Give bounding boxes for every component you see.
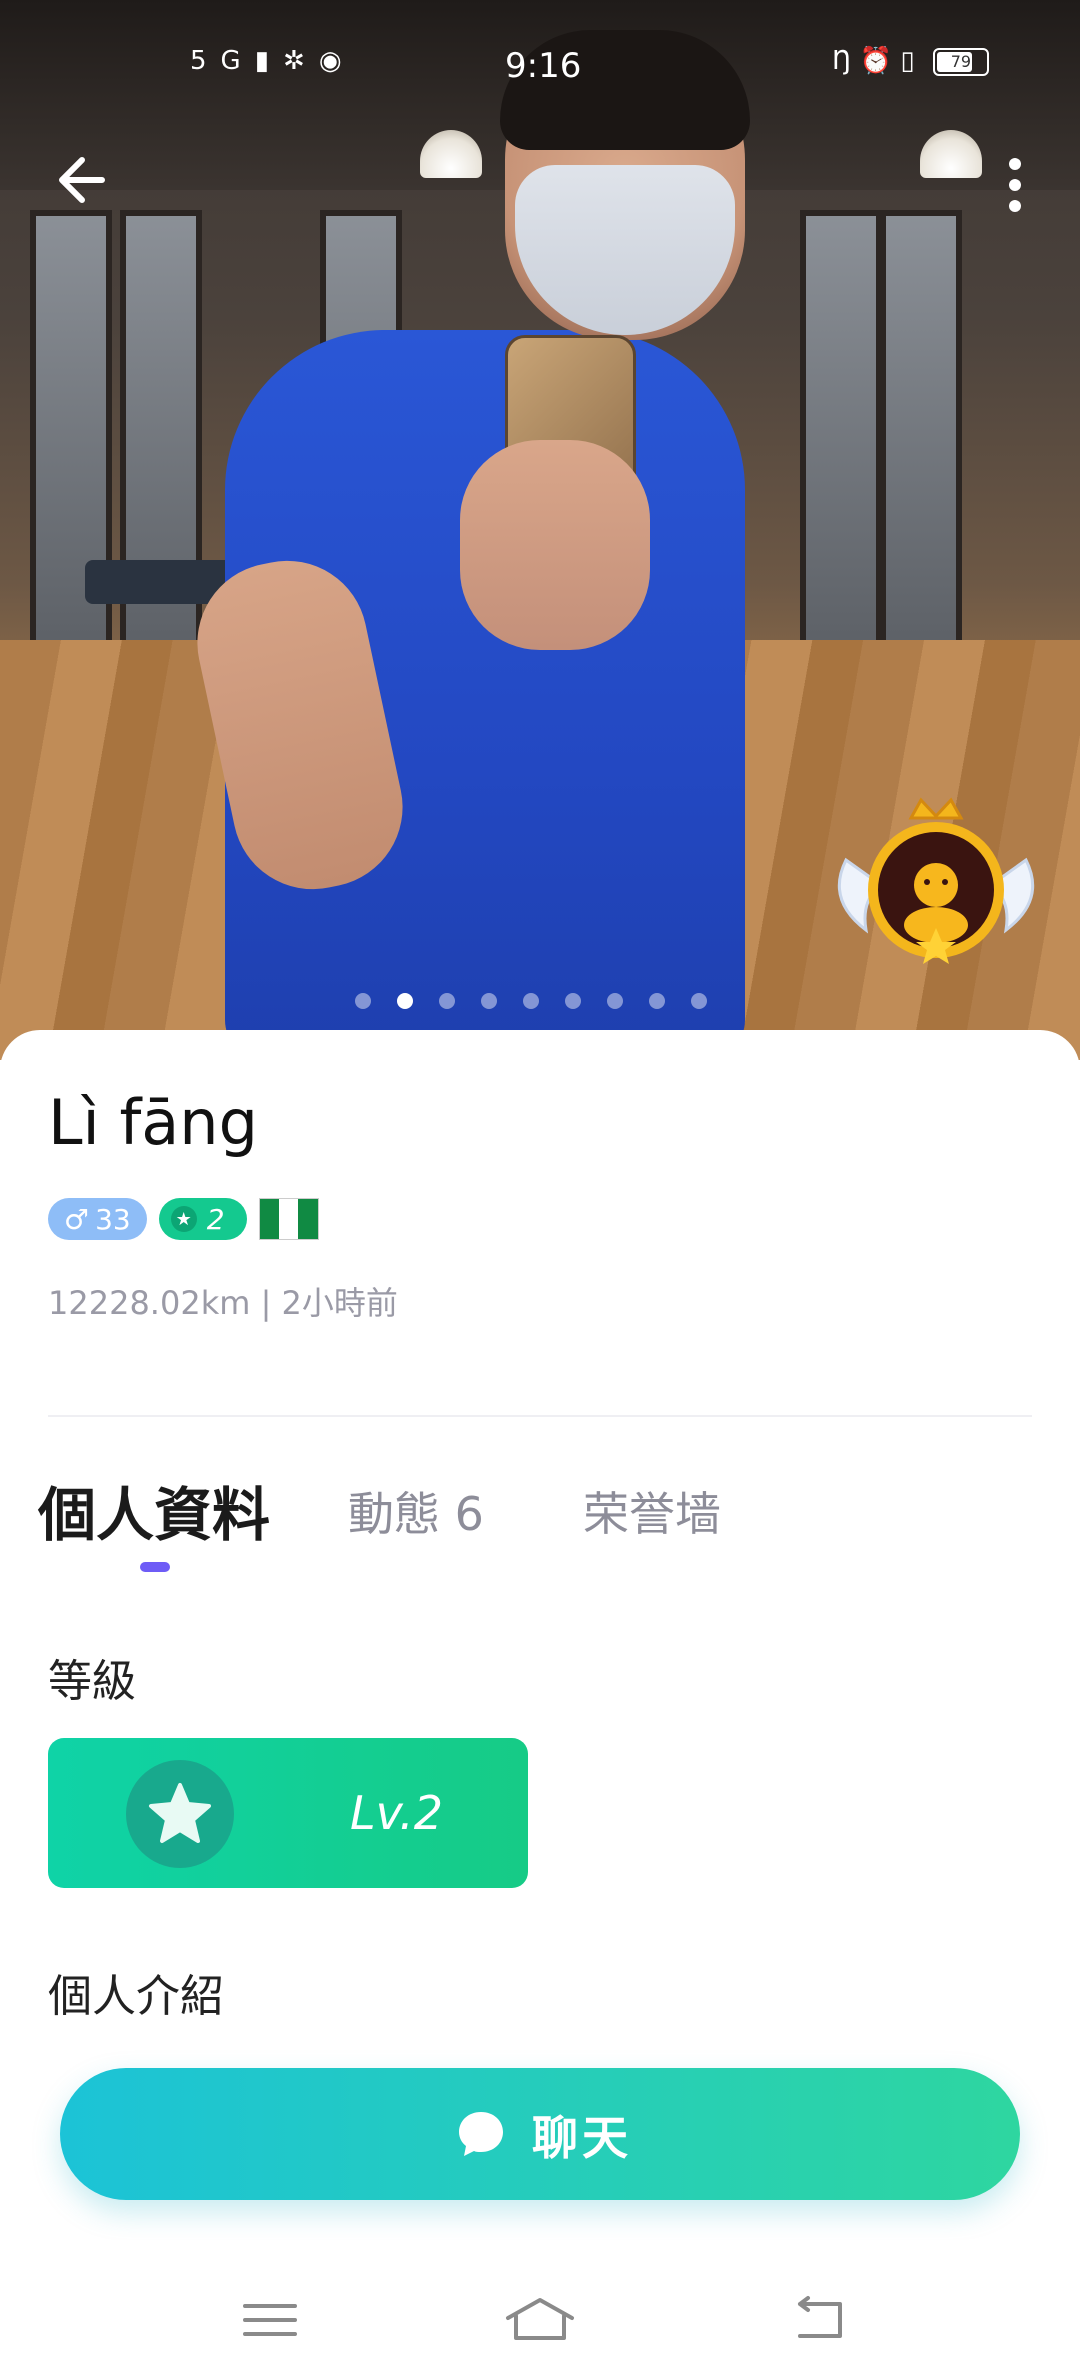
- level-badge-value: 2: [206, 1202, 225, 1236]
- profile-tags: ♂ 33 ★ 2: [48, 1198, 319, 1240]
- star-icon: ★: [170, 1206, 197, 1232]
- photo-page-dot[interactable]: [607, 993, 623, 1009]
- nav-back-button[interactable]: [780, 2290, 860, 2350]
- active-tab-indicator: [140, 1562, 170, 1572]
- gender-age-badge: ♂ 33: [48, 1198, 147, 1240]
- battery-icon: 79: [932, 47, 989, 76]
- status-right-icons: Ŋ ⏰ ▯ 79: [832, 46, 989, 76]
- tab-feed[interactable]: 動態 6: [348, 1478, 484, 1544]
- photo-page-dot[interactable]: [481, 993, 497, 1009]
- star-icon: [126, 1760, 234, 1868]
- battery-level: 79: [950, 51, 972, 71]
- status-time: 9:16: [505, 46, 582, 86]
- status-bar: 5G▮✲◉ 9:16 Ŋ ⏰ ▯ 79: [0, 0, 1080, 130]
- photo-pagination[interactable]: [355, 993, 707, 1009]
- status-left-icons: 5G▮✲◉: [190, 46, 356, 76]
- photo-page-dot[interactable]: [649, 993, 665, 1009]
- intro-section-title: 個人介紹: [48, 1971, 224, 2022]
- vibrate-icon: ▯: [900, 46, 915, 76]
- photo-page-dot[interactable]: [523, 993, 539, 1009]
- level-section-title: 等級: [48, 1656, 136, 1707]
- fan-icon: ✲: [283, 46, 319, 76]
- chat-bubble-icon: [459, 2112, 503, 2156]
- country-flag-icon: [258, 1198, 319, 1240]
- nav-home-button[interactable]: [500, 2290, 580, 2350]
- photo-page-dot[interactable]: [565, 993, 581, 1009]
- back-button[interactable]: [54, 150, 114, 210]
- alarm-icon: ⏰: [859, 46, 893, 76]
- nfc-icon: Ŋ: [832, 46, 852, 76]
- crown-wings-icon: [837, 797, 1035, 964]
- chat-button-label: 聊天: [532, 2111, 632, 2165]
- photo-page-dot[interactable]: [439, 993, 455, 1009]
- network-label: 5G: [190, 46, 255, 76]
- vip-crown-badge[interactable]: [826, 790, 1046, 970]
- back-icon: [798, 2296, 842, 2338]
- distance-last-seen: 12228.02km | 2小時前: [48, 1284, 398, 1322]
- home-icon: [506, 2298, 574, 2340]
- profile-name: Lì fāng: [48, 1086, 258, 1159]
- system-nav-bar: [0, 2240, 1080, 2376]
- age-value: 33: [95, 1202, 131, 1236]
- photo-hand: [460, 440, 650, 650]
- chat-button[interactable]: 聊天: [60, 2068, 1020, 2200]
- photo-window: [800, 210, 882, 652]
- more-vertical-icon: [1009, 158, 1021, 212]
- arrow-left-icon: [59, 157, 105, 203]
- app-notification-icon: ◉: [318, 46, 356, 76]
- male-icon: ♂: [64, 1202, 90, 1236]
- tab-profile[interactable]: 個人資料: [38, 1468, 270, 1552]
- level-card[interactable]: Lv.2: [48, 1738, 528, 1888]
- photo-page-dot[interactable]: [691, 993, 707, 1009]
- profile-photo[interactable]: 5G▮✲◉ 9:16 Ŋ ⏰ ▯ 79: [0, 0, 1080, 1060]
- signal-icon: ▮: [254, 46, 284, 76]
- more-options-button[interactable]: [990, 150, 1040, 220]
- nav-menu-button[interactable]: [230, 2290, 310, 2350]
- menu-icon: [243, 2304, 297, 2336]
- level-value: Lv.2: [350, 1786, 443, 1840]
- photo-window: [880, 210, 962, 652]
- photo-page-dot[interactable]: [397, 993, 413, 1009]
- photo-page-dot[interactable]: [355, 993, 371, 1009]
- level-badge: ★ 2: [158, 1198, 247, 1240]
- divider: [48, 1415, 1032, 1417]
- tab-honor-wall[interactable]: 荣誉墙: [583, 1478, 721, 1544]
